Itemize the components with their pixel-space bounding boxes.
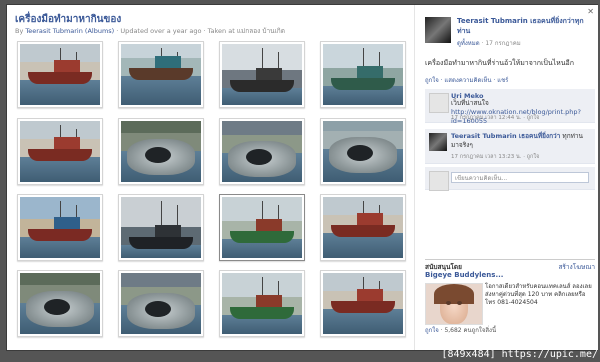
- photo-thumbnail[interactable]: [118, 194, 204, 261]
- poster-name[interactable]: Teerasit Tubmarin เธอคนที่ยิ่งกว่าทุกท่า…: [457, 16, 591, 36]
- ad-image[interactable]: [425, 283, 483, 325]
- photo-thumbnail[interactable]: [320, 270, 406, 337]
- photo-image: [20, 197, 100, 258]
- photo-image: [121, 44, 201, 105]
- details-sidebar: ✕ Teerasit Tubmarin เธอคนที่ยิ่งกว่าทุกท…: [414, 5, 598, 350]
- photo-thumbnail[interactable]: [17, 41, 103, 108]
- my-avatar: [429, 171, 449, 191]
- album-author-link[interactable]: Teerasit Tubmarin (Albums): [25, 27, 114, 35]
- album-by-label: By: [15, 27, 24, 35]
- photo-image: [222, 44, 302, 105]
- photo-thumbnail[interactable]: [17, 118, 103, 185]
- photo-image: [20, 273, 100, 334]
- comment-body: เว็บที่น่าสนใจ: [451, 99, 489, 107]
- photo-image: [121, 121, 201, 182]
- photo-image: [222, 273, 302, 334]
- photo-image: [20, 121, 100, 182]
- poster-date-link[interactable]: ดูทั้งหมด: [457, 40, 480, 47]
- photo-thumbnail[interactable]: [17, 270, 103, 337]
- photo-image: [323, 197, 403, 258]
- commenter-avatar[interactable]: [429, 133, 447, 151]
- ad-like-row: ถูกใจ · 5,682 คนถูกใจสิ่งนี้: [425, 325, 496, 335]
- photo-thumbnail[interactable]: [219, 118, 305, 185]
- photo-thumbnail[interactable]: [219, 41, 305, 108]
- photo-image: [222, 121, 302, 182]
- commenter-name[interactable]: Teerasit Tubmarin เธอคนที่ยิ่งกว่า: [451, 132, 560, 140]
- photo-thumbnail[interactable]: [118, 118, 204, 185]
- create-ad-link[interactable]: สร้างโฆษณา: [558, 262, 595, 272]
- watermark: [849x484] https://upic.me/: [441, 349, 598, 360]
- photo-image: [323, 44, 403, 105]
- photo-image: [323, 121, 403, 182]
- photo-image: [121, 197, 201, 258]
- comment-item: Uri Meko เว็บที่น่าสนใจ http://www.oknat…: [425, 89, 595, 125]
- photo-viewer-modal: เครื่องมือทำมาหากินของ By Teerasit Tubma…: [6, 4, 598, 351]
- ad-body: โอกาสเดียวสำหรับคอนแทคเลนส์ ลองเลยส่งหาค…: [485, 283, 592, 306]
- close-icon[interactable]: ✕: [587, 7, 594, 16]
- poster-date-rest: · 17 กรกฎาคม: [479, 40, 521, 47]
- commenter-avatar[interactable]: [429, 93, 449, 113]
- photo-thumbnail[interactable]: [320, 41, 406, 108]
- photo-image: [20, 44, 100, 105]
- album-pane: เครื่องมือทำมาหากินของ By Teerasit Tubma…: [7, 5, 414, 350]
- ad-title[interactable]: Bigeye Buddylens...: [425, 271, 503, 279]
- photo-image: [222, 197, 302, 258]
- poster-avatar[interactable]: [425, 17, 451, 43]
- photo-thumbnail[interactable]: [219, 194, 305, 261]
- photo-actions[interactable]: ถูกใจ · แสดงความคิดเห็น · แชร์: [425, 75, 508, 85]
- comment-date: 17 กรกฎาคม เวลา 12:44 น. · ถูกใจ: [451, 115, 540, 121]
- photo-thumbnail[interactable]: [118, 270, 204, 337]
- photo-caption: เครื่องมือทำมาหากินที่ร่านอ้วให้มาจากเป็…: [425, 59, 574, 67]
- album-meta: By Teerasit Tubmarin (Albums) · Updated …: [15, 26, 285, 36]
- ad-like-button[interactable]: ถูกใจ: [425, 327, 439, 334]
- album-meta-rest: · Updated over a year ago · Taken at แม่…: [116, 27, 285, 35]
- photo-thumbnail[interactable]: [320, 118, 406, 185]
- comment-date: 17 กรกฎาคม เวลา 13:23 น. · ถูกใจ: [451, 154, 540, 160]
- photo-image: [323, 273, 403, 334]
- photo-thumbnail[interactable]: [219, 270, 305, 337]
- ad-header: สนับสนุนโดย สร้างโฆษณา: [425, 259, 595, 271]
- ad-like-count: · 5,682 คนถูกใจสิ่งนี้: [438, 327, 497, 334]
- photo-thumbnail[interactable]: [17, 194, 103, 261]
- comment-text: Teerasit Tubmarin เธอคนที่ยิ่งกว่า ทุกท่…: [451, 132, 591, 150]
- photo-thumbnail[interactable]: [320, 194, 406, 261]
- photo-image: [121, 273, 201, 334]
- comment-input[interactable]: เขียนความคิดเห็น...: [451, 172, 589, 183]
- comment-compose: เขียนความคิดเห็น...: [425, 167, 595, 191]
- comment-item: Teerasit Tubmarin เธอคนที่ยิ่งกว่า ทุกท่…: [425, 129, 595, 164]
- album-title[interactable]: เครื่องมือทำมาหากินของ: [15, 12, 121, 27]
- poster-date: ดูทั้งหมด · 17 กรกฎาคม: [457, 38, 521, 48]
- photo-thumbnail[interactable]: [118, 41, 204, 108]
